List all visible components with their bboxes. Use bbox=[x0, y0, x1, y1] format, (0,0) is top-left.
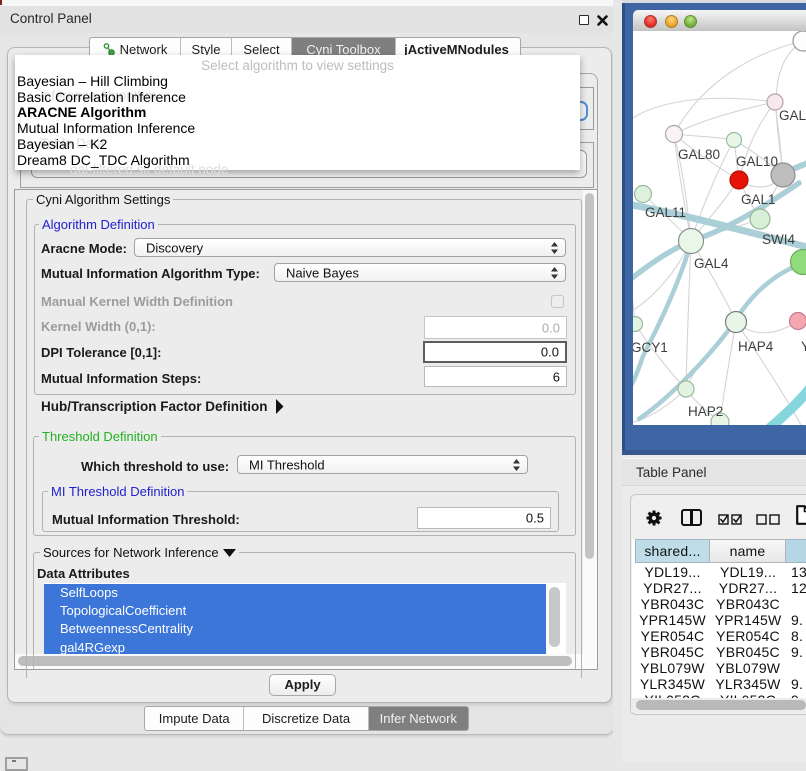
svg-text:GAL4: GAL4 bbox=[694, 256, 729, 271]
svg-text:SWI4: SWI4 bbox=[762, 232, 795, 247]
svg-text:HAP2: HAP2 bbox=[688, 404, 723, 419]
svg-text:GAL11: GAL11 bbox=[645, 205, 686, 220]
svg-text:GCY1: GCY1 bbox=[633, 340, 668, 355]
svg-text:GAL7: GAL7 bbox=[779, 108, 806, 123]
svg-text:GAL1: GAL1 bbox=[741, 192, 776, 207]
svg-text:Y: Y bbox=[801, 339, 806, 354]
svg-text:GAL80: GAL80 bbox=[678, 147, 720, 162]
svg-text:GAL10: GAL10 bbox=[736, 154, 778, 169]
svg-text:HAP4: HAP4 bbox=[738, 339, 774, 354]
